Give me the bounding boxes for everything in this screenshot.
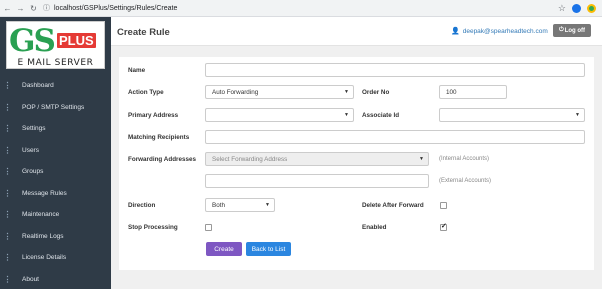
menu-dots-icon: ⋮	[3, 231, 12, 241]
sidebar-item-groups[interactable]: ⋮ Groups	[0, 161, 111, 183]
name-label: Name	[128, 67, 146, 74]
action-type-label: Action Type	[128, 89, 164, 96]
menu-dots-icon: ⋮	[3, 274, 12, 284]
forwarding-address-placeholder: Select Forwarding Address	[212, 155, 288, 163]
create-rule-form: Name Action Type Auto Forwarding ▼ Order…	[119, 57, 594, 270]
chevron-down-icon: ▼	[265, 202, 270, 208]
chevron-down-icon: ▼	[419, 156, 424, 162]
page-title: Create Rule	[117, 27, 170, 38]
logo-subtitle: E MAIL SERVER	[17, 58, 94, 68]
back-arrow-icon[interactable]: ←	[2, 3, 13, 14]
logo-plus-badge: PLUS	[57, 33, 96, 48]
chevron-down-icon: ▼	[344, 89, 349, 95]
name-input[interactable]	[205, 63, 585, 77]
sidebar-item-license-details[interactable]: ⋮ License Details	[0, 247, 111, 269]
menu-dots-icon: ⋮	[3, 253, 12, 263]
sidebar-item-label: Message Rules	[22, 189, 67, 197]
user-email: deepak@spearheadtech.com	[462, 27, 548, 35]
menu-dots-icon: ⋮	[3, 167, 12, 177]
sidebar-item-users[interactable]: ⋮ Users	[0, 140, 111, 162]
sidebar-item-message-rules[interactable]: ⋮ Message Rules	[0, 183, 111, 205]
sidebar-item-about[interactable]: ⋮ About	[0, 269, 111, 289]
log-off-label: Log off	[564, 27, 586, 34]
user-icon: 👤	[451, 28, 460, 35]
matching-recipients-input[interactable]	[205, 130, 585, 144]
power-icon: ⏻	[558, 27, 564, 33]
info-icon[interactable]: ⓘ	[43, 3, 50, 13]
forwarding-address-select[interactable]: Select Forwarding Address ▼	[205, 152, 429, 166]
chevron-down-icon: ▼	[575, 112, 580, 118]
sidebar-item-label: Settings	[22, 125, 46, 133]
page-header: Create Rule 👤 deepak@spearheadtech.com ⏻…	[111, 17, 602, 46]
sidebar-item-label: POP / SMTP Settings	[22, 103, 85, 111]
sidebar-item-dashboard[interactable]: ⋮ Dashboard	[0, 75, 111, 97]
external-address-input[interactable]	[205, 174, 429, 188]
direction-label: Direction	[128, 202, 156, 209]
action-type-value: Auto Forwarding	[212, 88, 259, 96]
url-text: localhost/GSPlus/Settings/Rules/Create	[54, 4, 178, 12]
chevron-down-icon: ▼	[344, 112, 349, 118]
associate-id-label: Associate Id	[362, 112, 400, 119]
sidebar-item-label: Maintenance	[22, 211, 60, 219]
internal-accounts-hint: (Internal Accounts)	[439, 156, 490, 162]
reload-icon[interactable]: ↻	[28, 3, 39, 14]
sidebar-item-label: Realtime Logs	[22, 232, 64, 240]
delete-after-forward-checkbox[interactable]	[440, 202, 447, 209]
delete-after-forward-label: Delete After Forward	[362, 202, 424, 209]
stop-processing-label: Stop Processing	[128, 224, 178, 231]
primary-address-label: Primary Address	[128, 112, 179, 119]
order-no-input[interactable]: 100	[439, 85, 507, 99]
matching-recipients-label: Matching Recipients	[128, 134, 190, 141]
user-account-link[interactable]: 👤 deepak@spearheadtech.com	[451, 27, 548, 36]
menu-dots-icon: ⋮	[3, 210, 12, 220]
enabled-checkbox[interactable]	[440, 222, 447, 231]
menu-dots-icon: ⋮	[3, 81, 12, 91]
logo-gs-text: GS	[9, 23, 56, 59]
sidebar-item-label: License Details	[22, 254, 67, 262]
logo[interactable]: GS PLUS E MAIL SERVER	[6, 21, 105, 69]
sidebar-item-settings[interactable]: ⋮ Settings	[0, 118, 111, 140]
address-bar[interactable]: ⓘ localhost/GSPlus/Settings/Rules/Create	[43, 3, 177, 14]
sidebar: GS PLUS E MAIL SERVER ⋮ Dashboard ⋮ POP / …	[0, 17, 111, 289]
forward-arrow-icon[interactable]: →	[15, 3, 26, 14]
sidebar-item-pop-smtp-settings[interactable]: ⋮ POP / SMTP Settings	[0, 97, 111, 119]
create-button[interactable]: Create	[206, 242, 242, 256]
sidebar-item-label: Users	[22, 146, 39, 154]
direction-value: Both	[212, 201, 225, 209]
primary-address-select[interactable]: ▼	[205, 108, 354, 122]
back-to-list-button[interactable]: Back to List	[246, 242, 291, 256]
sidebar-item-label: Groups	[22, 168, 44, 176]
menu-dots-icon: ⋮	[3, 188, 12, 198]
external-accounts-hint: (External Accounts)	[439, 178, 492, 184]
extension-icon[interactable]	[572, 4, 581, 13]
menu-dots-icon: ⋮	[3, 124, 12, 134]
extension-icon-2[interactable]	[587, 4, 596, 13]
stop-processing-checkbox[interactable]	[205, 224, 212, 231]
enabled-label: Enabled	[362, 224, 387, 231]
browser-toolbar: ← → ↻ ⓘ localhost/GSPlus/Settings/Rules/…	[0, 0, 602, 17]
sidebar-item-label: About	[22, 275, 39, 283]
forwarding-addresses-label: Forwarding Addresses	[128, 156, 196, 163]
sidebar-item-maintenance[interactable]: ⋮ Maintenance	[0, 204, 111, 226]
menu-dots-icon: ⋮	[3, 145, 12, 155]
action-type-select[interactable]: Auto Forwarding ▼	[205, 85, 354, 99]
sidebar-item-realtime-logs[interactable]: ⋮ Realtime Logs	[0, 226, 111, 248]
bookmark-star-icon[interactable]: ☆	[558, 3, 566, 14]
log-off-button[interactable]: ⏻ Log off	[553, 24, 591, 37]
menu-dots-icon: ⋮	[3, 102, 12, 112]
order-no-label: Order No	[362, 89, 390, 96]
direction-select[interactable]: Both ▼	[205, 198, 275, 212]
sidebar-menu: ⋮ Dashboard ⋮ POP / SMTP Settings ⋮ Setting…	[0, 75, 111, 289]
associate-id-select[interactable]: ▼	[439, 108, 585, 122]
sidebar-item-label: Dashboard	[22, 82, 54, 90]
